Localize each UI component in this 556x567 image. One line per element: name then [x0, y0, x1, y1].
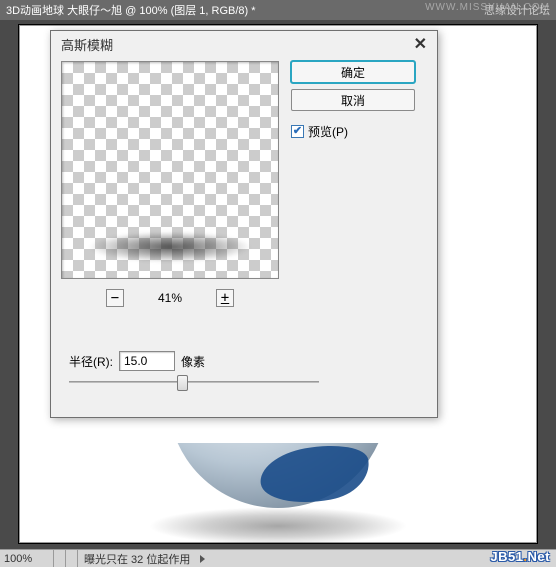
dialog-title: 高斯模糊	[61, 35, 414, 54]
radius-label: 半径(R):	[69, 353, 113, 370]
status-seg-1	[54, 550, 66, 567]
zoom-value: 41%	[158, 291, 182, 305]
watermark: JB51.Net	[490, 549, 550, 564]
gaussian-blur-dialog: 高斯模糊 ✕ − 41% + 确定 取消 ✔ 预览(P) 半径(R): 像素	[50, 30, 438, 418]
status-info: 曝光只在 32 位起作用	[78, 551, 196, 567]
ok-button[interactable]: 确定	[291, 61, 415, 83]
preview-checkbox-label: 预览(P)	[308, 123, 348, 140]
document-title: 3D动画地球 大眼仔～旭 @ 100% (图层 1, RGB/8) *	[6, 2, 484, 18]
status-zoom[interactable]: 100%	[0, 550, 54, 567]
chevron-right-icon[interactable]	[200, 555, 205, 563]
radius-slider[interactable]	[69, 375, 319, 389]
globe	[168, 443, 388, 508]
zoom-in-button[interactable]: +	[216, 289, 234, 307]
slider-track	[69, 381, 319, 383]
preview-area[interactable]	[61, 61, 279, 279]
preview-content	[90, 232, 250, 262]
watermark-top: WWW.MISSYUAN.COM	[425, 2, 550, 13]
zoom-controls: − 41% +	[61, 289, 279, 307]
close-icon[interactable]: ✕	[414, 34, 427, 54]
status-seg-2	[66, 550, 78, 567]
radius-unit: 像素	[181, 353, 205, 370]
slider-thumb[interactable]	[177, 375, 188, 391]
status-bar: 100% 曝光只在 32 位起作用	[0, 549, 556, 567]
zoom-out-button[interactable]: −	[106, 289, 124, 307]
radius-row: 半径(R): 像素	[69, 351, 205, 371]
globe-shadow	[148, 507, 408, 545]
cancel-button[interactable]: 取消	[291, 89, 415, 111]
dialog-titlebar[interactable]: 高斯模糊 ✕	[51, 31, 437, 57]
radius-input[interactable]	[119, 351, 175, 371]
preview-checkbox[interactable]: ✔	[291, 125, 304, 138]
